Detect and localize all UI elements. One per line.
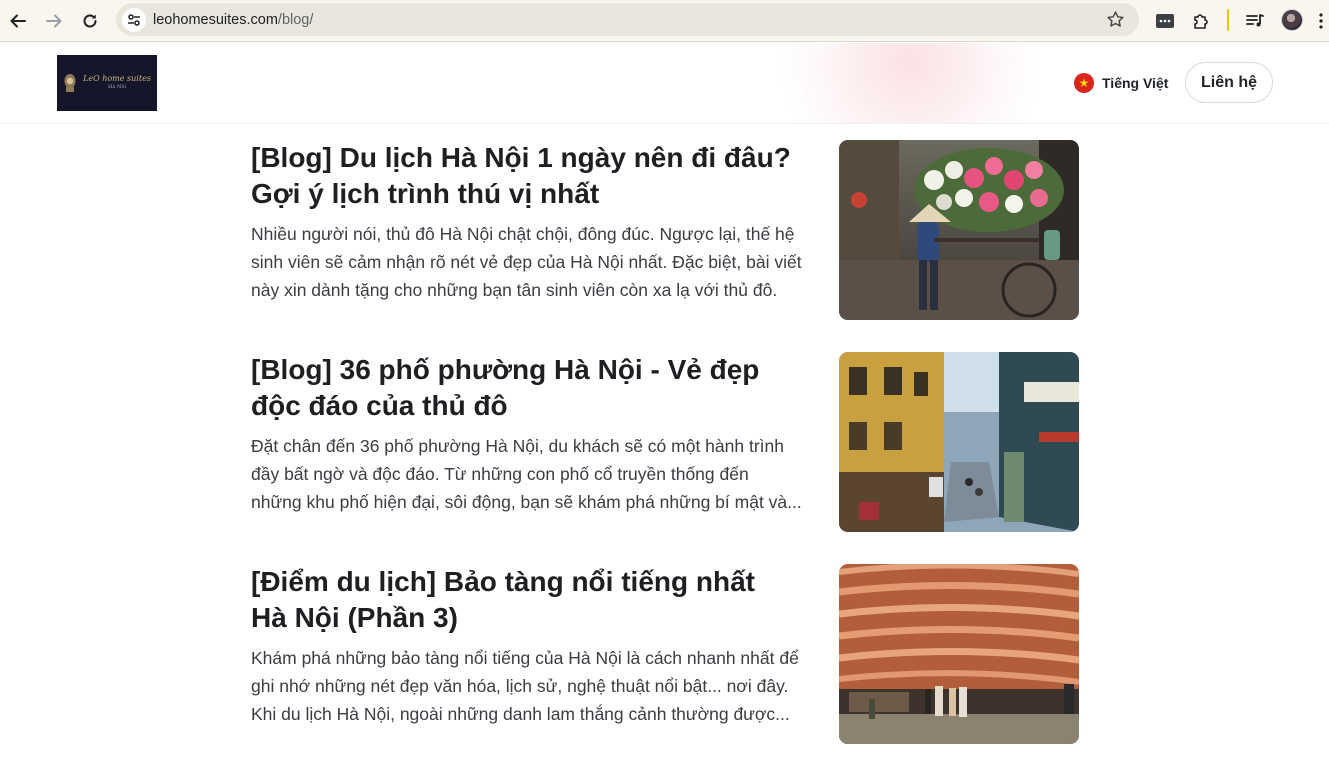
post-excerpt: Khám phá những bảo tàng nổi tiếng của Hà… — [251, 644, 821, 728]
excerpt-line: ghi nhớ những nét đẹp văn hóa, lịch sử, … — [251, 676, 789, 696]
logo-subtitle: Hà Nội — [108, 84, 126, 90]
post-title-line: Gợi ý lịch trình thú vị nhất — [251, 178, 600, 209]
post-thumbnail[interactable] — [839, 352, 1079, 532]
header-glow — [760, 43, 1060, 123]
reload-icon[interactable] — [78, 9, 102, 33]
vietnam-flag-icon: ★ — [1074, 73, 1094, 93]
blog-post-card[interactable]: [Blog] 36 phố phường Hà Nội - Vẻ đẹp độc… — [251, 352, 1079, 532]
excerpt-line: Đặt chân đến 36 phố phường Hà Nội, du kh… — [251, 436, 784, 456]
post-title-line: độc đáo của thủ đô — [251, 390, 508, 421]
excerpt-line: những khu phố hiện đại, sôi động, bạn sẽ… — [251, 492, 802, 512]
post-title[interactable]: [Blog] Du lịch Hà Nội 1 ngày nên đi đâu?… — [251, 140, 821, 212]
logo-text: LeO home suites Hà Nội — [83, 74, 151, 92]
site-header: LeO home suites Hà Nội ★ Tiếng Việt Liên… — [0, 43, 1329, 124]
password-manager-icon[interactable] — [1153, 9, 1177, 33]
post-title[interactable]: [Blog] 36 phố phường Hà Nội - Vẻ đẹp độc… — [251, 352, 821, 424]
excerpt-line: sinh viên sẽ cảm nhận rõ nét vẻ đẹp của … — [251, 252, 802, 272]
forward-arrow-icon[interactable] — [42, 9, 66, 33]
flower-vendor-image — [839, 140, 1079, 320]
back-arrow-icon[interactable] — [6, 9, 30, 33]
blog-post-card[interactable]: [Điểm du lịch] Bảo tàng nổi tiếng nhất H… — [251, 564, 1079, 744]
excerpt-line: đầy bất ngờ và độc đáo. Từ những con phố… — [251, 464, 749, 484]
language-label: Tiếng Việt — [1102, 75, 1169, 91]
language-switcher[interactable]: ★ Tiếng Việt — [1074, 73, 1168, 93]
post-title-line: [Blog] Du lịch Hà Nội 1 ngày nên đi đâu? — [251, 142, 791, 173]
museum-building-image — [839, 564, 1079, 744]
url-domain: leohomesuites.com — [153, 12, 278, 28]
logo-lion-icon — [64, 74, 76, 92]
profile-avatar[interactable] — [1281, 9, 1303, 31]
post-title-line: [Điểm du lịch] Bảo tàng nổi tiếng nhất — [251, 566, 755, 597]
blog-post-card[interactable]: [Blog] Du lịch Hà Nội 1 ngày nên đi đâu?… — [251, 140, 1079, 320]
logo-wordmark: LeO home suites — [83, 74, 151, 83]
post-thumbnail[interactable] — [839, 140, 1079, 320]
url-path: /blog/ — [277, 12, 314, 28]
media-queue-icon[interactable] — [1243, 9, 1267, 33]
post-title-line: [Blog] 36 phố phường Hà Nội - Vẻ đẹp — [251, 354, 760, 385]
excerpt-line: này xin dành tặng cho những bạn tân sinh… — [251, 280, 778, 300]
url-text[interactable]: leohomesuites.com/blog/ — [153, 12, 313, 28]
post-title[interactable]: [Điểm du lịch] Bảo tàng nổi tiếng nhất H… — [251, 564, 821, 636]
post-excerpt: Đặt chân đến 36 phố phường Hà Nội, du kh… — [251, 432, 821, 516]
post-title-line: Hà Nội (Phần 3) — [251, 602, 458, 633]
address-bar[interactable]: leohomesuites.com/blog/ — [116, 3, 1139, 36]
excerpt-line: Khi du lịch Hà Nội, ngoài những danh lam… — [251, 704, 790, 724]
puzzle-icon[interactable] — [1190, 9, 1214, 33]
post-excerpt: Nhiều người nói, thủ đô Hà Nội chật chội… — [251, 220, 821, 304]
browser-toolbar: leohomesuites.com/blog/ — [0, 0, 1329, 42]
contact-button[interactable]: Liên hệ — [1185, 62, 1273, 103]
kebab-menu-icon[interactable] — [1314, 9, 1328, 33]
excerpt-line: Khám phá những bảo tàng nổi tiếng của Hà… — [251, 648, 799, 668]
star-icon[interactable] — [1106, 10, 1125, 34]
toolbar-divider — [1227, 9, 1229, 31]
post-thumbnail[interactable] — [839, 564, 1079, 744]
site-logo[interactable]: LeO home suites Hà Nội — [57, 55, 157, 111]
tune-icon[interactable] — [122, 8, 146, 32]
excerpt-line: Nhiều người nói, thủ đô Hà Nội chật chội… — [251, 224, 795, 244]
old-quarter-street-image — [839, 352, 1079, 532]
